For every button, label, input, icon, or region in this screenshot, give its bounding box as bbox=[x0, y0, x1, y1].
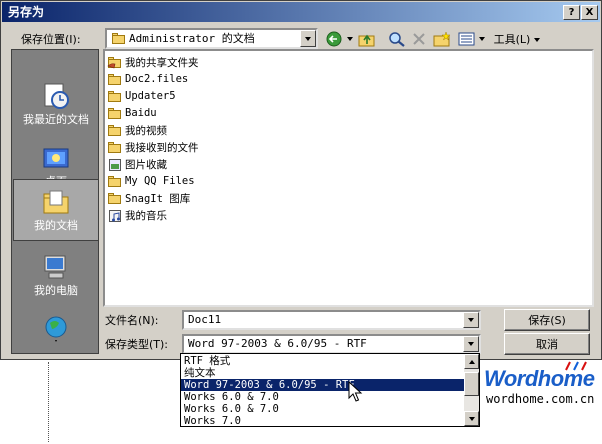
mouse-cursor-icon bbox=[348, 381, 363, 402]
filetype-options-list[interactable]: RTF 格式 纯文本 Word 97-2003 & 6.0/95 - RTF W… bbox=[180, 353, 480, 427]
my-computer-icon bbox=[40, 252, 72, 282]
folder-icon bbox=[107, 192, 123, 205]
chevron-down-icon[interactable] bbox=[463, 336, 479, 352]
tools-menu-button[interactable]: 工具(L) bbox=[489, 29, 545, 49]
watermark-url: wordhome.com.cn bbox=[486, 392, 595, 406]
filename-field[interactable]: Doc11 bbox=[182, 310, 481, 330]
place-label: 我的电脑 bbox=[34, 284, 78, 297]
file-name: 我接收到的文件 bbox=[125, 141, 199, 154]
music-folder-icon bbox=[107, 209, 123, 222]
filetype-option[interactable]: Works 6.0 & 7.0 bbox=[181, 391, 465, 403]
list-item[interactable]: My QQ Files bbox=[107, 173, 195, 189]
network-places-icon bbox=[40, 313, 72, 343]
file-name: 我的视频 bbox=[125, 124, 167, 137]
file-list[interactable]: 我的共享文件夹 Doc2.files Updater5 Baidu 我的视频 我… bbox=[103, 49, 594, 307]
watermark: Wordhome wordhome.com.cn bbox=[484, 360, 600, 410]
folder-icon bbox=[107, 124, 123, 137]
cancel-button-label: 取消 bbox=[536, 338, 558, 351]
arrow-up-icon bbox=[468, 359, 475, 364]
filetype-select[interactable]: Word 97-2003 & 6.0/95 - RTF bbox=[182, 334, 481, 354]
folder-icon bbox=[111, 32, 127, 45]
chevron-down-icon[interactable] bbox=[300, 30, 316, 47]
close-button[interactable]: X bbox=[581, 5, 598, 20]
folder-icon bbox=[107, 90, 123, 103]
folder-icon bbox=[107, 107, 123, 120]
save-button[interactable]: 保存(S) bbox=[504, 309, 590, 331]
scroll-up-button[interactable] bbox=[464, 354, 479, 369]
filetype-option[interactable]: 纯文本 bbox=[181, 367, 465, 379]
save-button-label: 保存(S) bbox=[528, 314, 566, 327]
place-label: 我的文档 bbox=[34, 219, 78, 232]
title-bar: 另存为 ? X bbox=[2, 2, 600, 22]
places-bar: 我最近的文档 桌面 我的文档 bbox=[11, 49, 99, 354]
file-name: 我的音乐 bbox=[125, 209, 167, 222]
views-icon bbox=[458, 32, 485, 46]
list-item[interactable]: 图片收藏 bbox=[107, 156, 167, 172]
list-item[interactable]: 我的音乐 bbox=[107, 207, 167, 223]
filetype-option[interactable]: Works 6.0 & 7.0 bbox=[181, 403, 465, 415]
folder-icon bbox=[107, 141, 123, 154]
desktop-icon bbox=[40, 143, 72, 173]
list-item[interactable]: 我的共享文件夹 bbox=[107, 54, 199, 70]
window-title: 另存为 bbox=[8, 5, 45, 19]
scroll-thumb[interactable] bbox=[464, 372, 479, 396]
folder-icon bbox=[107, 175, 123, 188]
filetype-value: Word 97-2003 & 6.0/95 - RTF bbox=[188, 337, 367, 350]
shared-folder-icon bbox=[107, 56, 123, 69]
back-arrow-icon bbox=[326, 31, 353, 47]
list-item[interactable]: Updater5 bbox=[107, 88, 176, 104]
file-name: Updater5 bbox=[125, 90, 176, 102]
chevron-down-icon bbox=[534, 33, 541, 46]
list-item[interactable]: Baidu bbox=[107, 105, 157, 121]
new-folder-icon bbox=[433, 31, 451, 47]
delete-button[interactable] bbox=[409, 29, 429, 49]
new-folder-button[interactable] bbox=[431, 29, 453, 49]
filetype-option[interactable]: Works 7.0 bbox=[181, 415, 465, 427]
chevron-down-icon[interactable] bbox=[463, 312, 479, 328]
folder-icon bbox=[107, 73, 123, 86]
list-item[interactable]: 我的视频 bbox=[107, 122, 167, 138]
place-recent-documents[interactable]: 我最近的文档 bbox=[13, 74, 99, 134]
help-button[interactable]: ? bbox=[563, 5, 580, 20]
cancel-button[interactable]: 取消 bbox=[504, 333, 590, 355]
dotted-guide-line bbox=[48, 362, 49, 442]
list-item[interactable]: SnagIt 图库 bbox=[107, 190, 190, 206]
up-folder-button[interactable] bbox=[357, 29, 377, 49]
save-location-value: Administrator 的文档 bbox=[129, 32, 255, 45]
dropdown-scrollbar[interactable] bbox=[464, 354, 479, 426]
search-web-button[interactable] bbox=[387, 29, 407, 49]
filetype-option-selected[interactable]: Word 97-2003 & 6.0/95 - RTF bbox=[181, 379, 465, 391]
back-button[interactable] bbox=[325, 29, 355, 49]
filetype-label: 保存类型(T): bbox=[105, 338, 169, 351]
place-network[interactable] bbox=[13, 305, 99, 351]
file-name: 我的共享文件夹 bbox=[125, 56, 199, 69]
list-item[interactable]: Doc2.files bbox=[107, 71, 188, 87]
place-label: 我最近的文档 bbox=[23, 113, 89, 126]
file-name: Baidu bbox=[125, 107, 157, 119]
file-name: 图片收藏 bbox=[125, 158, 167, 171]
delete-icon bbox=[413, 33, 425, 45]
pictures-folder-icon bbox=[107, 158, 123, 171]
search-icon bbox=[389, 32, 405, 47]
place-my-computer[interactable]: 我的电脑 bbox=[13, 245, 99, 305]
save-as-dialog: 另存为 ? X 保存位置(I): Administrator 的文档 工具(L)… bbox=[0, 0, 602, 360]
my-documents-icon bbox=[40, 187, 72, 217]
tools-menu-label: 工具(L) bbox=[493, 33, 531, 46]
file-name: SnagIt 图库 bbox=[125, 192, 191, 205]
place-my-documents[interactable]: 我的文档 bbox=[13, 179, 99, 241]
recent-documents-icon bbox=[40, 81, 72, 111]
arrow-down-icon bbox=[468, 416, 475, 421]
filename-label: 文件名(N): bbox=[105, 314, 159, 327]
file-name: Doc2.files bbox=[125, 73, 189, 85]
scroll-down-button[interactable] bbox=[464, 411, 479, 426]
save-location-label: 保存位置(I): bbox=[21, 33, 81, 46]
file-name: My QQ Files bbox=[125, 175, 195, 187]
filetype-option[interactable]: RTF 格式 bbox=[181, 355, 465, 367]
watermark-brand: Wordhome bbox=[484, 366, 595, 391]
views-button[interactable] bbox=[457, 29, 487, 49]
save-location-select[interactable]: Administrator 的文档 bbox=[105, 28, 318, 49]
up-folder-icon bbox=[358, 34, 375, 47]
filename-value: Doc11 bbox=[188, 313, 222, 326]
list-item[interactable]: 我接收到的文件 bbox=[107, 139, 199, 155]
